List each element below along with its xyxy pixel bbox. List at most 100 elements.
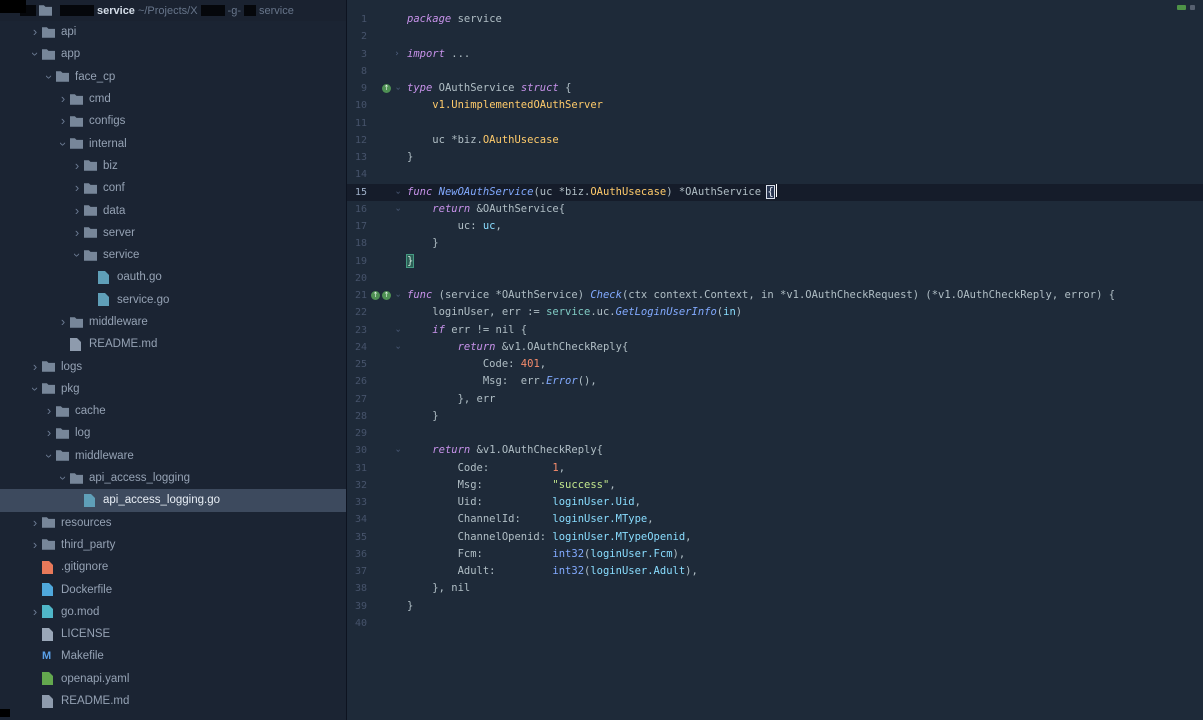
line-number[interactable]: 31: [347, 460, 367, 477]
code-line-16[interactable]: 16› return &OAuthService{: [347, 201, 1203, 218]
chevron-right-icon[interactable]: ›: [70, 159, 84, 173]
inspections-widget[interactable]: [1177, 5, 1195, 10]
chevron-right-icon[interactable]: ›: [56, 92, 70, 106]
tree-item[interactable]: api_access_logging.go: [0, 489, 346, 511]
tree-item[interactable]: openapi.yaml: [0, 668, 346, 690]
line-number[interactable]: 36: [347, 546, 367, 563]
chevron-right-icon[interactable]: ›: [42, 404, 56, 418]
line-number[interactable]: 40: [347, 615, 367, 632]
line-number[interactable]: 24: [347, 339, 367, 356]
line-number[interactable]: 8: [347, 63, 367, 80]
chevron-right-icon[interactable]: ›: [70, 226, 84, 240]
code-line-35[interactable]: 35 ChannelOpenid: loginUser.MTypeOpenid,: [347, 529, 1203, 546]
code-line-23[interactable]: 23› if err != nil {: [347, 322, 1203, 339]
code-line-33[interactable]: 33 Uid: loginUser.Uid,: [347, 494, 1203, 511]
chevron-down-icon[interactable]: ›: [70, 248, 84, 262]
tree-item[interactable]: ›server: [0, 222, 346, 244]
code-line-38[interactable]: 38 }, nil: [347, 580, 1203, 597]
tree-item[interactable]: ›cache: [0, 400, 346, 422]
tree-item[interactable]: service.go: [0, 289, 346, 311]
fold-closed-icon[interactable]: ›: [394, 46, 399, 63]
code-line-3[interactable]: 3›import ...: [347, 46, 1203, 63]
line-number[interactable]: 9: [347, 80, 367, 97]
line-number[interactable]: 34: [347, 511, 367, 528]
code-line-37[interactable]: 37 Adult: int32(loginUser.Adult),: [347, 563, 1203, 580]
line-number[interactable]: 16: [347, 201, 367, 218]
tree-item[interactable]: ›internal: [0, 132, 346, 154]
code-line-26[interactable]: 26 Msg: err.Error(),: [347, 373, 1203, 390]
fold-open-icon[interactable]: ›: [388, 327, 405, 332]
line-number[interactable]: 15: [347, 184, 367, 201]
code-line-30[interactable]: 30› return &v1.OAuthCheckReply{: [347, 442, 1203, 459]
code-line-12[interactable]: 12 uc *biz.OAuthUsecase: [347, 132, 1203, 149]
chevron-down-icon[interactable]: ›: [56, 137, 70, 151]
chevron-right-icon[interactable]: ›: [28, 360, 42, 374]
chevron-right-icon[interactable]: ›: [42, 426, 56, 440]
tree-item[interactable]: ›api_access_logging: [0, 467, 346, 489]
tree-item[interactable]: ›middleware: [0, 445, 346, 467]
tree-item[interactable]: ›cmd: [0, 88, 346, 110]
code-line-15[interactable]: 15›func NewOAuthService(uc *biz.OAuthUse…: [347, 184, 1203, 201]
line-number[interactable]: 13: [347, 149, 367, 166]
line-number[interactable]: 2: [347, 28, 367, 45]
code-line-13[interactable]: 13}: [347, 149, 1203, 166]
line-number[interactable]: 3: [347, 46, 367, 63]
tree-item[interactable]: ›data: [0, 199, 346, 221]
chevron-down-icon[interactable]: ›: [56, 471, 70, 485]
tree-item[interactable]: ›biz: [0, 155, 346, 177]
code-line-36[interactable]: 36 Fcm: int32(loginUser.Fcm),: [347, 546, 1203, 563]
code-line-14[interactable]: 14: [347, 166, 1203, 183]
fold-open-icon[interactable]: ›: [388, 189, 405, 194]
line-number[interactable]: 1: [347, 11, 367, 28]
code-line-8[interactable]: 8: [347, 63, 1203, 80]
code-line-2[interactable]: 2: [347, 28, 1203, 45]
line-number[interactable]: 30: [347, 442, 367, 459]
line-number[interactable]: 21: [347, 287, 367, 304]
line-number[interactable]: 14: [347, 166, 367, 183]
chevron-right-icon[interactable]: ›: [70, 204, 84, 218]
chevron-down-icon[interactable]: ›: [28, 47, 42, 61]
chevron-down-icon[interactable]: ›: [42, 449, 56, 463]
code-line-18[interactable]: 18 }: [347, 235, 1203, 252]
line-number[interactable]: 20: [347, 270, 367, 287]
tree-item[interactable]: ›service: [0, 244, 346, 266]
code-line-21[interactable]: 21↑↑›func (service *OAuthService) Check(…: [347, 287, 1203, 304]
chevron-right-icon[interactable]: ›: [70, 181, 84, 195]
line-number[interactable]: 12: [347, 132, 367, 149]
implemented-marker-icon[interactable]: ↑: [371, 291, 380, 300]
chevron-right-icon[interactable]: ›: [28, 25, 42, 39]
line-number[interactable]: 10: [347, 97, 367, 114]
line-number[interactable]: 38: [347, 580, 367, 597]
fold-open-icon[interactable]: ›: [388, 86, 405, 91]
tree-item[interactable]: oauth.go: [0, 266, 346, 288]
fold-open-icon[interactable]: ›: [388, 448, 405, 453]
tree-item[interactable]: ›face_cp: [0, 66, 346, 88]
code-line-17[interactable]: 17 uc: uc,: [347, 218, 1203, 235]
tree-item[interactable]: ›app: [0, 43, 346, 65]
tree-item[interactable]: ›go.mod: [0, 601, 346, 623]
tree-item[interactable]: ›api: [0, 21, 346, 43]
code-line-25[interactable]: 25 Code: 401,: [347, 356, 1203, 373]
line-number[interactable]: 11: [347, 115, 367, 132]
fold-open-icon[interactable]: ›: [388, 345, 405, 350]
line-number[interactable]: 18: [347, 235, 367, 252]
tree-item[interactable]: ›middleware: [0, 311, 346, 333]
code-line-32[interactable]: 32 Msg: "success",: [347, 477, 1203, 494]
line-number[interactable]: 35: [347, 529, 367, 546]
tree-item[interactable]: README.md: [0, 333, 346, 355]
tree-item[interactable]: ›configs: [0, 110, 346, 132]
tree-item[interactable]: ›log: [0, 422, 346, 444]
code-line-28[interactable]: 28 }: [347, 408, 1203, 425]
code-line-27[interactable]: 27 }, err: [347, 391, 1203, 408]
line-number[interactable]: 19: [347, 253, 367, 270]
code-line-31[interactable]: 31 Code: 1,: [347, 460, 1203, 477]
chevron-right-icon[interactable]: ›: [56, 114, 70, 128]
code-line-20[interactable]: 20: [347, 270, 1203, 287]
line-number[interactable]: 22: [347, 304, 367, 321]
line-number[interactable]: 28: [347, 408, 367, 425]
chevron-down-icon[interactable]: ›: [42, 70, 56, 84]
line-number[interactable]: 37: [347, 563, 367, 580]
code-line-22[interactable]: 22 loginUser, err := service.uc.GetLogin…: [347, 304, 1203, 321]
tree-item[interactable]: ›conf: [0, 177, 346, 199]
code-line-34[interactable]: 34 ChannelId: loginUser.MType,: [347, 511, 1203, 528]
